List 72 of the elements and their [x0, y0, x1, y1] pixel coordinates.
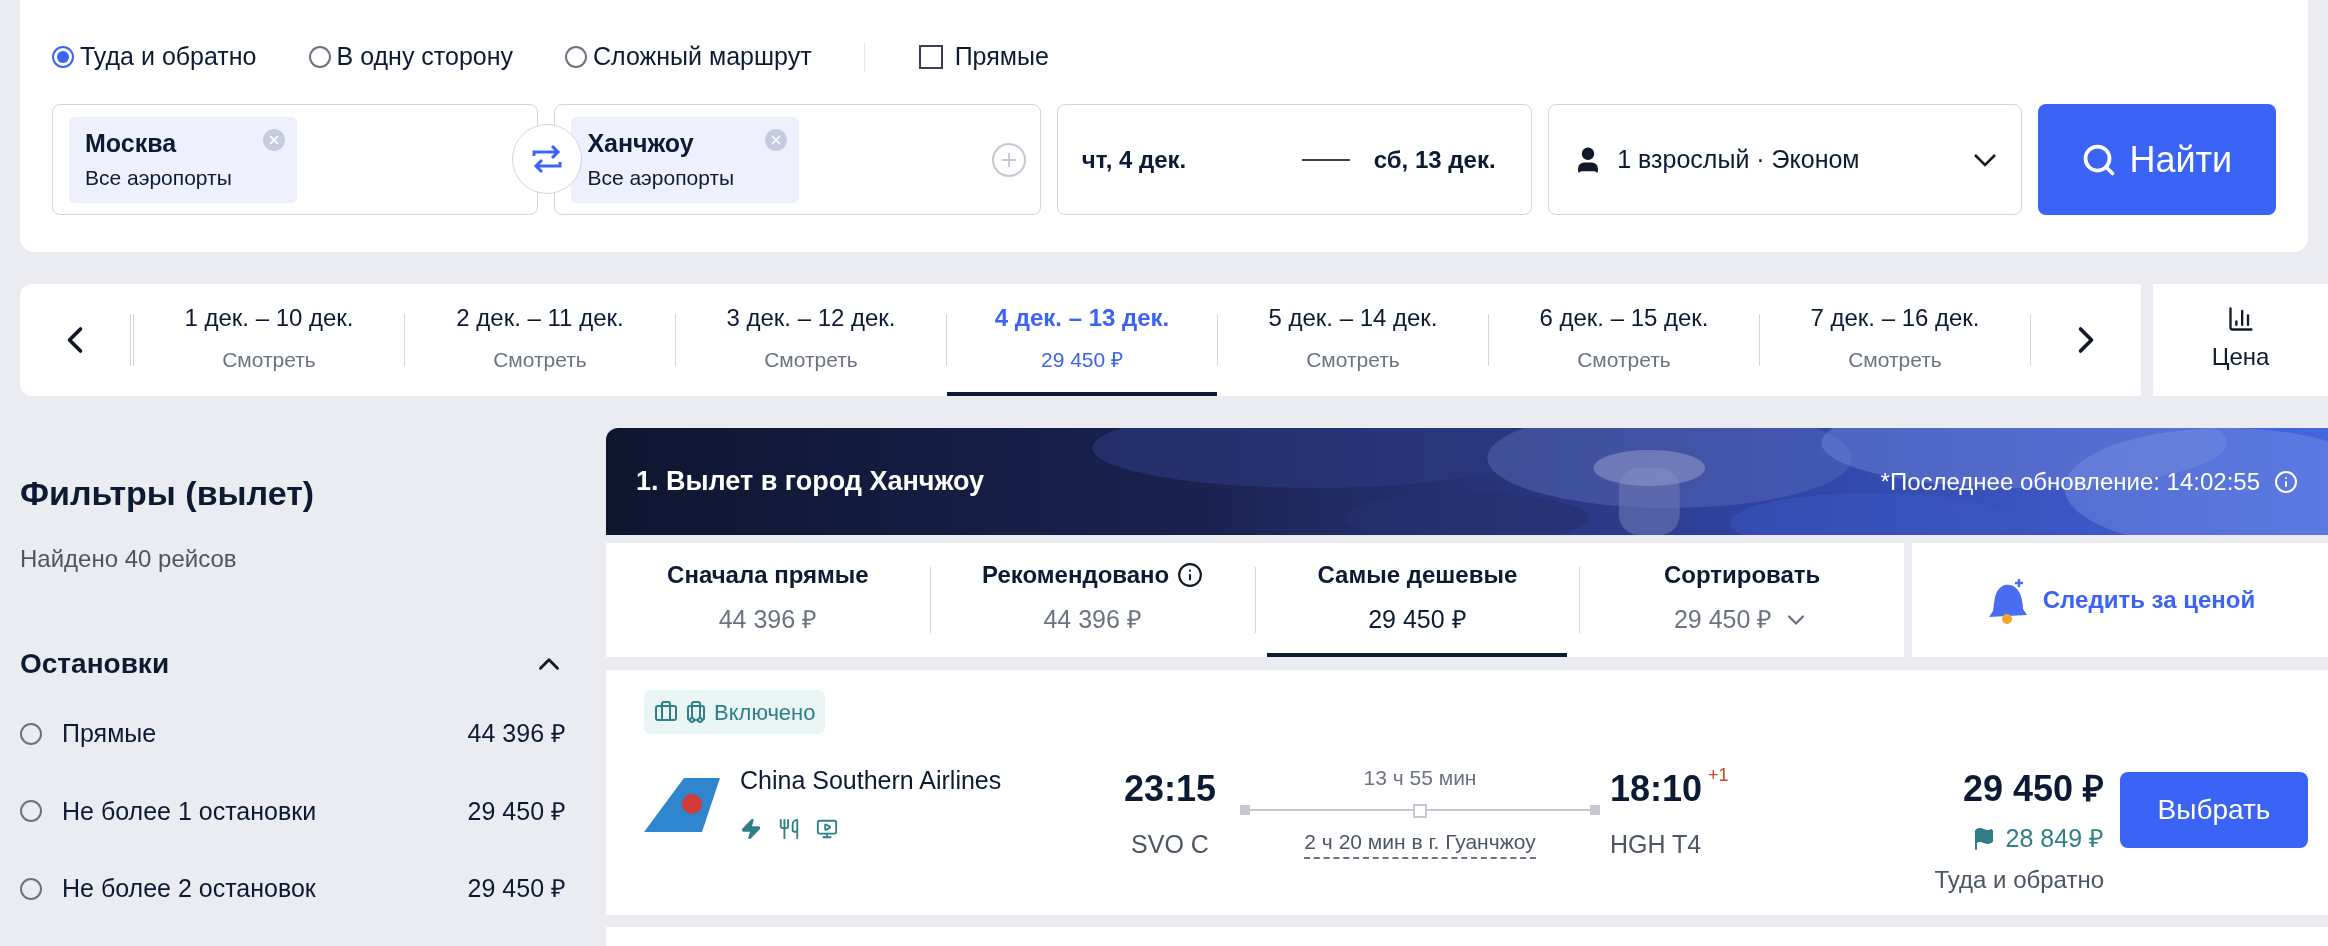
trip-type-label[interactable]: Туда и обратно — [80, 38, 257, 76]
checkbox-label[interactable]: Прямые — [954, 38, 1049, 76]
stop-option-label[interactable]: Прямые — [62, 715, 468, 753]
stop-option-price: 29 450 ₽ — [467, 795, 566, 827]
arrival-airport: HGH T4 — [1610, 829, 1702, 860]
return-date: сб, 13 дек. — [1373, 144, 1496, 175]
radio-button[interactable] — [52, 46, 74, 68]
bar-chart-icon — [2226, 305, 2255, 333]
sort-tab[interactable]: Сначала прямые 44 396 ₽ — [617, 543, 918, 657]
trip-type-label[interactable]: В одну сторону — [336, 38, 514, 76]
date-option[interactable]: 3 дек. – 12 дек. Смотреть — [676, 284, 946, 396]
swap-icon — [530, 144, 564, 174]
day-offset: +1 — [1708, 764, 1729, 787]
radio-button[interactable] — [565, 46, 588, 68]
checkbox[interactable] — [918, 45, 943, 69]
airline-name: China Southern Airlines — [740, 765, 1003, 796]
date-option[interactable]: 4 дек. – 13 дек. 29 450 ₽ — [947, 284, 1217, 396]
price-chart-button[interactable]: Цена — [2153, 284, 2328, 396]
search-button[interactable]: Найти — [2037, 104, 2276, 215]
filters-title: Фильтры (вылет) — [20, 473, 316, 514]
sort-tab[interactable]: Самые дешевые 29 450 ₽ — [1267, 543, 1568, 657]
city-chip[interactable]: Москва Все аэропорты — [69, 116, 297, 203]
date-option[interactable]: 6 дек. – 15 дек. Смотреть — [1489, 284, 1759, 396]
radio-button[interactable] — [20, 722, 42, 745]
stop-option-label[interactable]: Не более 1 остановки — [62, 792, 468, 830]
city-name: Москва — [85, 127, 177, 159]
city-field[interactable]: Москва Все аэропорты — [52, 104, 539, 215]
radio-button[interactable] — [20, 877, 42, 900]
radio-button[interactable] — [308, 46, 331, 68]
section-title: Остановки — [20, 647, 170, 681]
info-icon — [1177, 562, 1204, 589]
sort-tab[interactable]: Сортировать 29 450 ₽ — [1592, 543, 1893, 657]
stop-option-price: 29 450 ₽ — [467, 873, 566, 904]
departure-airport: SVO C — [1131, 829, 1209, 860]
power-icon — [740, 817, 762, 840]
date-option[interactable]: 7 дек. – 16 дек. Смотреть — [1760, 284, 2030, 396]
city-field[interactable]: Ханчжоу Все аэропорты — [554, 104, 1041, 215]
results-title: 1. Вылет в город Ханчжоу — [636, 465, 986, 499]
airport-label: Все аэропорты — [587, 165, 736, 191]
arrival-time: 18:10 — [1610, 767, 1703, 811]
trip-type-label[interactable]: Сложный маршрут — [593, 38, 812, 76]
stopover-link[interactable]: 2 ч 20 мин в г. Гуанчжоу — [1304, 825, 1536, 859]
bag-icon — [654, 700, 678, 724]
radio-button[interactable] — [20, 800, 42, 823]
screen-icon — [816, 817, 838, 840]
departure-time: 23:15 — [1123, 767, 1217, 811]
flight-duration: 13 ч 55 мин — [1363, 765, 1477, 791]
suitcase-icon — [684, 700, 708, 724]
flight-price: 29 450 ₽ — [1962, 767, 2104, 811]
date-option[interactable]: 5 дек. – 14 дек. Смотреть — [1218, 284, 1488, 396]
sort-tab[interactable]: Рекомендовано 44 396 ₽ — [942, 543, 1243, 657]
info-icon[interactable] — [2274, 469, 2298, 494]
baggage-badge: Включено — [644, 690, 826, 734]
update-time: *Последнее обновление: 14:02:55 — [1880, 466, 2260, 497]
date-option[interactable]: 2 дек. – 11 дек. Смотреть — [405, 284, 675, 396]
alternative-price: 28 849 ₽ — [2005, 823, 2104, 854]
meal-icon — [778, 817, 800, 840]
depart-date: чт, 4 дек. — [1081, 144, 1188, 175]
results-count: Найдено 40 рейсов — [20, 544, 238, 574]
chevron-down-icon — [1972, 152, 1997, 167]
airport-label: Все аэропорты — [85, 165, 233, 191]
select-button[interactable]: Выбрать — [2120, 772, 2308, 848]
date-option[interactable]: 1 дек. – 10 дек. Смотреть — [134, 284, 404, 396]
passenger-label: 1 взрослый · Эконом — [1617, 143, 1861, 175]
price-alert-button[interactable]: Следить за ценой — [1912, 543, 2328, 657]
price-note: Туда и обратно — [1934, 864, 2104, 895]
city-name: Ханчжоу — [587, 127, 694, 159]
stop-option-price: 44 396 ₽ — [467, 718, 566, 749]
city-chip[interactable]: Ханчжоу Все аэропорты — [571, 116, 800, 203]
stop-option-label[interactable]: Не более 2 остановок — [62, 870, 468, 908]
passenger-field[interactable]: 1 взрослый · Эконом — [1548, 104, 2022, 215]
date-field[interactable]: чт, 4 дек. сб, 13 дек. — [1056, 104, 1533, 215]
